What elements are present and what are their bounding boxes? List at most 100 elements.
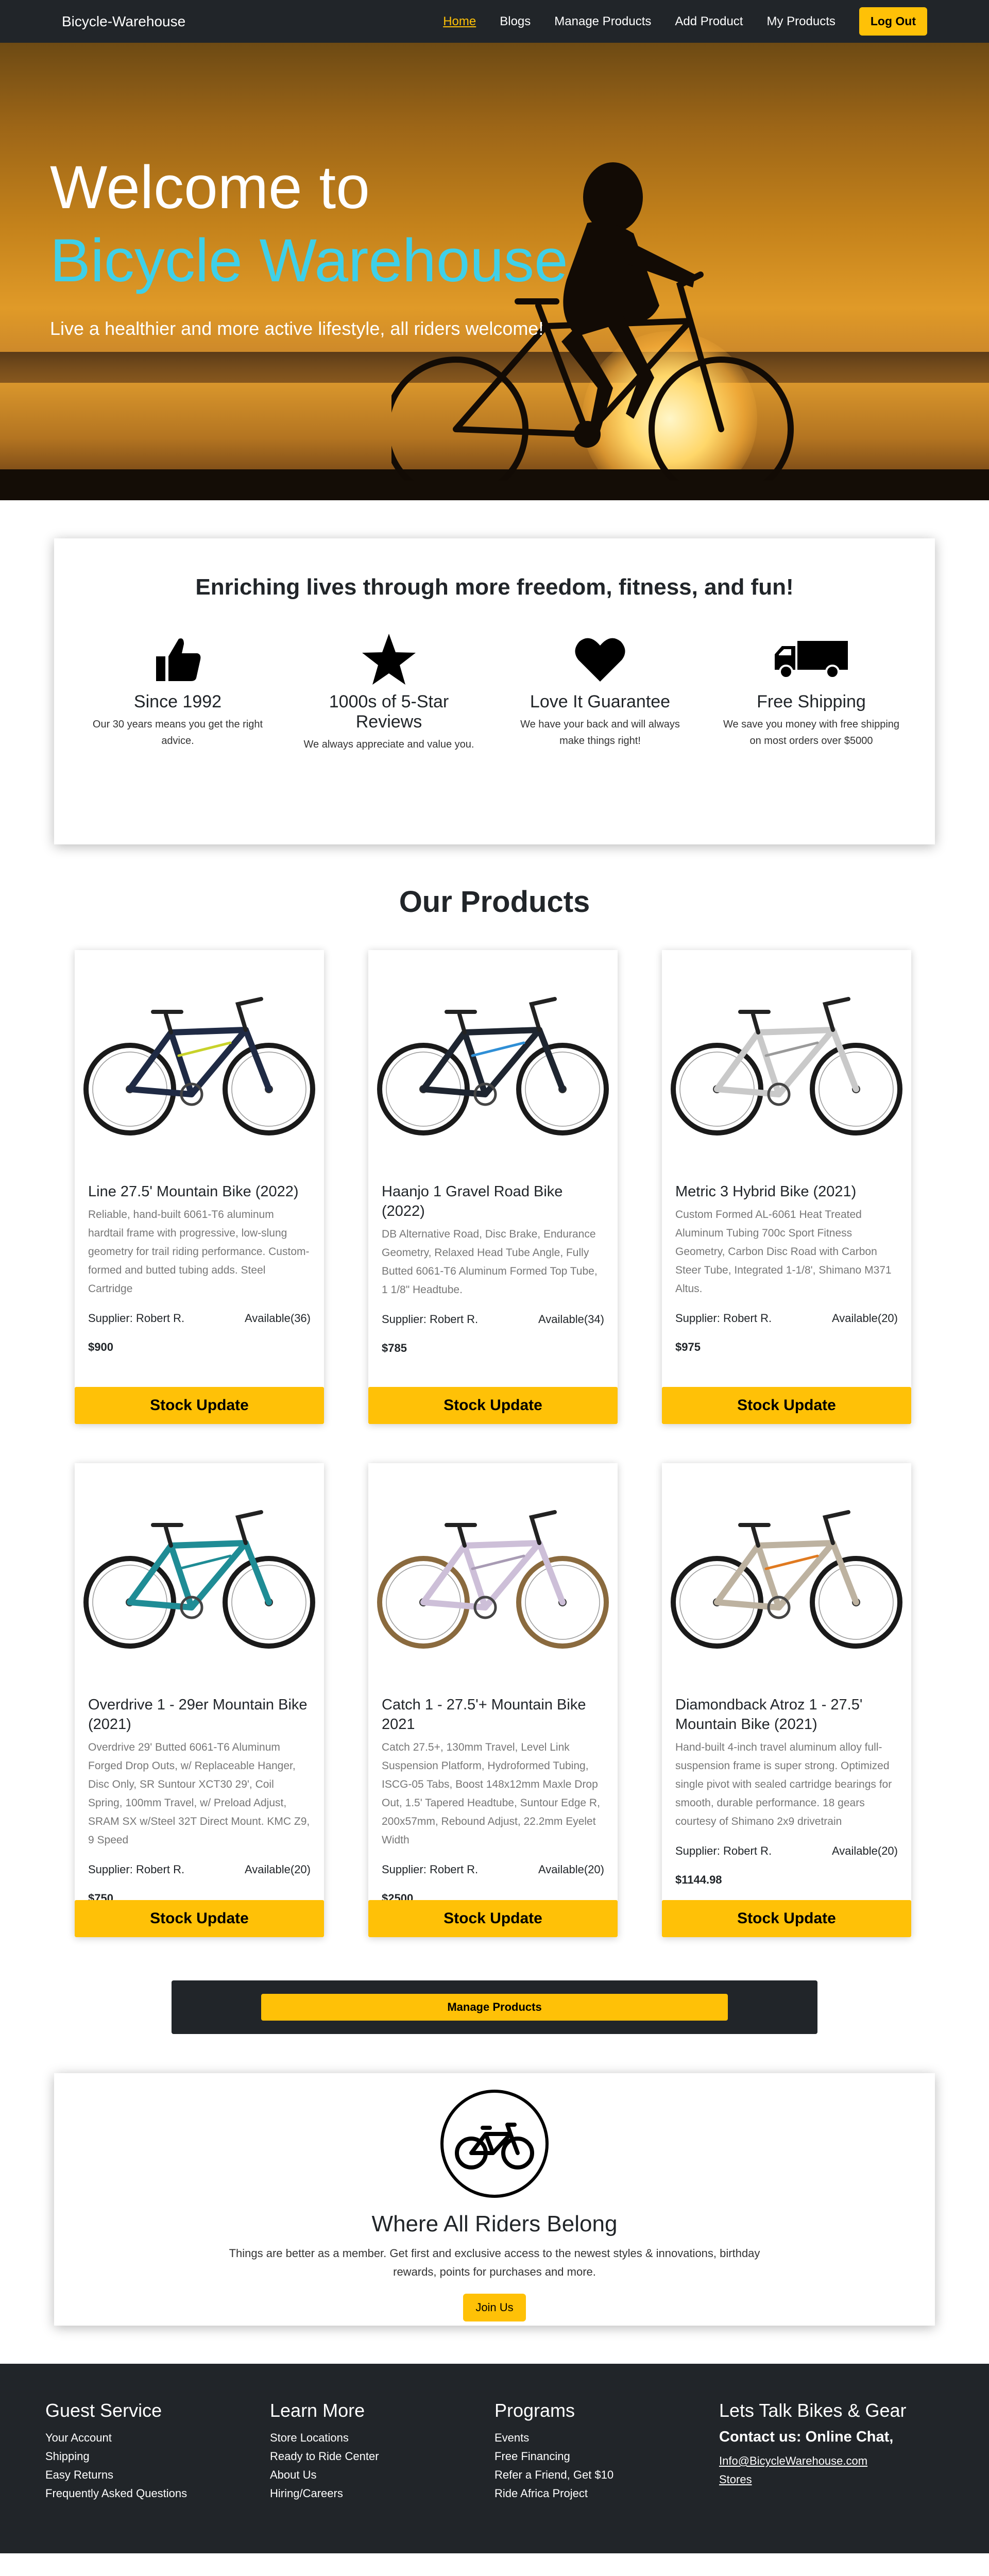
footer-link[interactable]: Ride Africa Project [494,2484,719,2503]
bike-image [377,997,609,1136]
product-card: Metric 3 Hybrid Bike (2021) Custom Forme… [662,950,911,1424]
hero-subtitle: Live a healthier and more active lifesty… [50,318,544,339]
footer-col-title: Guest Service [45,2400,162,2421]
email-link[interactable]: Info@BicycleWarehouse.com [719,2452,944,2470]
product-availability: Available(20) [538,1863,604,1876]
product-image [368,1463,618,1685]
seat-and-handlebar [445,1510,557,1548]
footer-link[interactable]: Ready to Ride Center [270,2447,494,2466]
bike-frame [127,1027,272,1097]
product-price: $1144.98 [675,1873,722,1886]
stock-update-button[interactable]: Stock Update [368,1900,618,1937]
footer-link[interactable]: Easy Returns [45,2466,270,2484]
product-availability: Available(20) [244,1863,311,1876]
product-availability: Available(34) [538,1313,604,1326]
footer-col-programs: Programs Events Free Financing Refer a F… [494,2400,719,2553]
heart-icon [510,631,690,688]
product-card: Overdrive 1 - 29er Mountain Bike (2021) … [75,1463,324,1937]
product-supplier: Supplier: Robert R. [382,1313,479,1326]
product-meta: Supplier: Robert R. Available(20) [675,1312,898,1325]
footer-link[interactable]: Free Financing [494,2447,719,2466]
footer-col-guest-service: Guest Service Your Account Shipping Easy… [45,2400,270,2553]
footer-link[interactable]: Your Account [45,2429,270,2447]
footer-link[interactable]: Store Locations [270,2429,494,2447]
product-title: Line 27.5' Mountain Bike (2022) [88,1183,299,1200]
stock-update-button[interactable]: Stock Update [75,1387,324,1424]
footer-col-learn-more: Learn More Store Locations Ready to Ride… [270,2400,494,2553]
footer-col-title: Lets Talk Bikes & Gear [719,2400,907,2421]
product-description: Overdrive 29' Butted 6061-T6 Aluminum Fo… [88,1741,310,1846]
product-supplier: Supplier: Robert R. [382,1863,479,1876]
product-body: Overdrive 1 - 29er Mountain Bike (2021) … [75,1685,324,1937]
seat-and-handlebar [738,1510,850,1548]
product-description: Catch 27.5+, 130mm Travel, Level Link Su… [382,1741,600,1846]
bike-image [671,997,902,1136]
product-supplier: Supplier: Robert R. [88,1312,185,1325]
feature-item: Love It Guarantee We have your back and … [510,631,690,753]
hero-text: Welcome to Bicycle Warehouse Live a heal… [50,151,568,340]
manage-products-button[interactable]: Manage Products [261,1994,728,2021]
nav-add-product[interactable]: Add Product [675,14,743,29]
nav-home[interactable]: Home [443,14,476,29]
feature-title: 1000s of 5-Star Reviews [329,692,449,732]
stock-update-button[interactable]: Stock Update [75,1900,324,1937]
membership-text: Things are better as a member. Get first… [229,2247,760,2278]
features-heading: Enriching lives through more freedom, fi… [195,574,794,600]
product-title: Diamondback Atroz 1 - 27.5' Mountain Bik… [675,1697,863,1733]
product-body: Haanjo 1 Gravel Road Bike (2022) DB Alte… [368,1172,618,1424]
footer-link[interactable]: Refer a Friend, Get $10 [494,2466,719,2484]
feature-item: Free Shipping We save you money with fre… [721,631,901,753]
nav-my-products[interactable]: My Products [766,14,835,29]
membership-panel: Where All Riders Belong Things are bette… [54,2073,935,2326]
stores-link[interactable]: Stores [719,2470,944,2489]
features-panel: Enriching lives through more freedom, fi… [54,538,935,844]
product-description: Reliable, hand-built 6061-T6 aluminum ha… [88,1209,310,1295]
manage-products-bar: Manage Products [172,1980,817,2034]
bike-image [83,997,315,1136]
star-icon [299,631,479,688]
footer-link[interactable]: Events [494,2429,719,2447]
hero-title-line2: Bicycle Warehouse [50,227,568,295]
product-price: $900 [88,1341,113,1353]
product-image [75,1463,324,1685]
product-supplier: Supplier: Robert R. [675,1844,772,1857]
seat-and-handlebar [738,997,850,1035]
feature-title: Love It Guarantee [530,692,671,711]
product-image [662,1463,911,1685]
join-us-button[interactable]: Join Us [463,2294,526,2321]
footer-link[interactable]: Hiring/Careers [270,2484,494,2503]
product-image [368,950,618,1172]
logout-button[interactable]: Log Out [859,7,927,36]
stock-update-button[interactable]: Stock Update [662,1387,911,1424]
brand-logo[interactable]: Bicycle-Warehouse [62,13,185,30]
feature-text: We save you money with free shipping on … [723,719,900,747]
products-heading: Our Products [399,885,590,919]
bike-frame [714,1540,859,1611]
feature-item: Since 1992 Our 30 years means you get th… [88,631,268,753]
nav-blogs[interactable]: Blogs [500,14,531,29]
footer-col-title: Programs [494,2400,575,2421]
product-description: DB Alternative Road, Disc Brake, Enduran… [382,1228,598,1296]
feature-text: We always appreciate and value you. [303,739,474,750]
product-title: Overdrive 1 - 29er Mountain Bike (2021) [88,1697,308,1733]
stock-update-button[interactable]: Stock Update [368,1387,618,1424]
bike-frame [127,1540,272,1611]
product-body: Catch 1 - 27.5'+ Mountain Bike 2021 Catc… [368,1685,618,1937]
footer-link[interactable]: Frequently Asked Questions [45,2484,270,2503]
nav-manage-products[interactable]: Manage Products [554,14,651,29]
product-supplier: Supplier: Robert R. [675,1312,772,1325]
product-description: Hand-built 4-inch travel aluminum alloy … [675,1741,892,1827]
product-card: Line 27.5' Mountain Bike (2022) Reliable… [75,950,324,1424]
bike-frame [420,1540,566,1611]
nav-links: Home Blogs Manage Products Add Product M… [443,7,927,36]
footer-link[interactable]: Shipping [45,2447,270,2466]
product-price: $975 [675,1341,701,1353]
product-grid: Line 27.5' Mountain Bike (2022) Reliable… [75,950,914,1937]
footer-link[interactable]: About Us [270,2466,494,2484]
thumbs-up-icon [88,631,268,688]
seat-and-handlebar [151,1510,263,1548]
feature-item: 1000s of 5-Star Reviews We always apprec… [299,631,479,753]
stock-update-button[interactable]: Stock Update [662,1900,911,1937]
feature-text: Our 30 years means you get the right adv… [92,719,263,747]
product-meta: Supplier: Robert R. Available(20) [88,1863,311,1876]
